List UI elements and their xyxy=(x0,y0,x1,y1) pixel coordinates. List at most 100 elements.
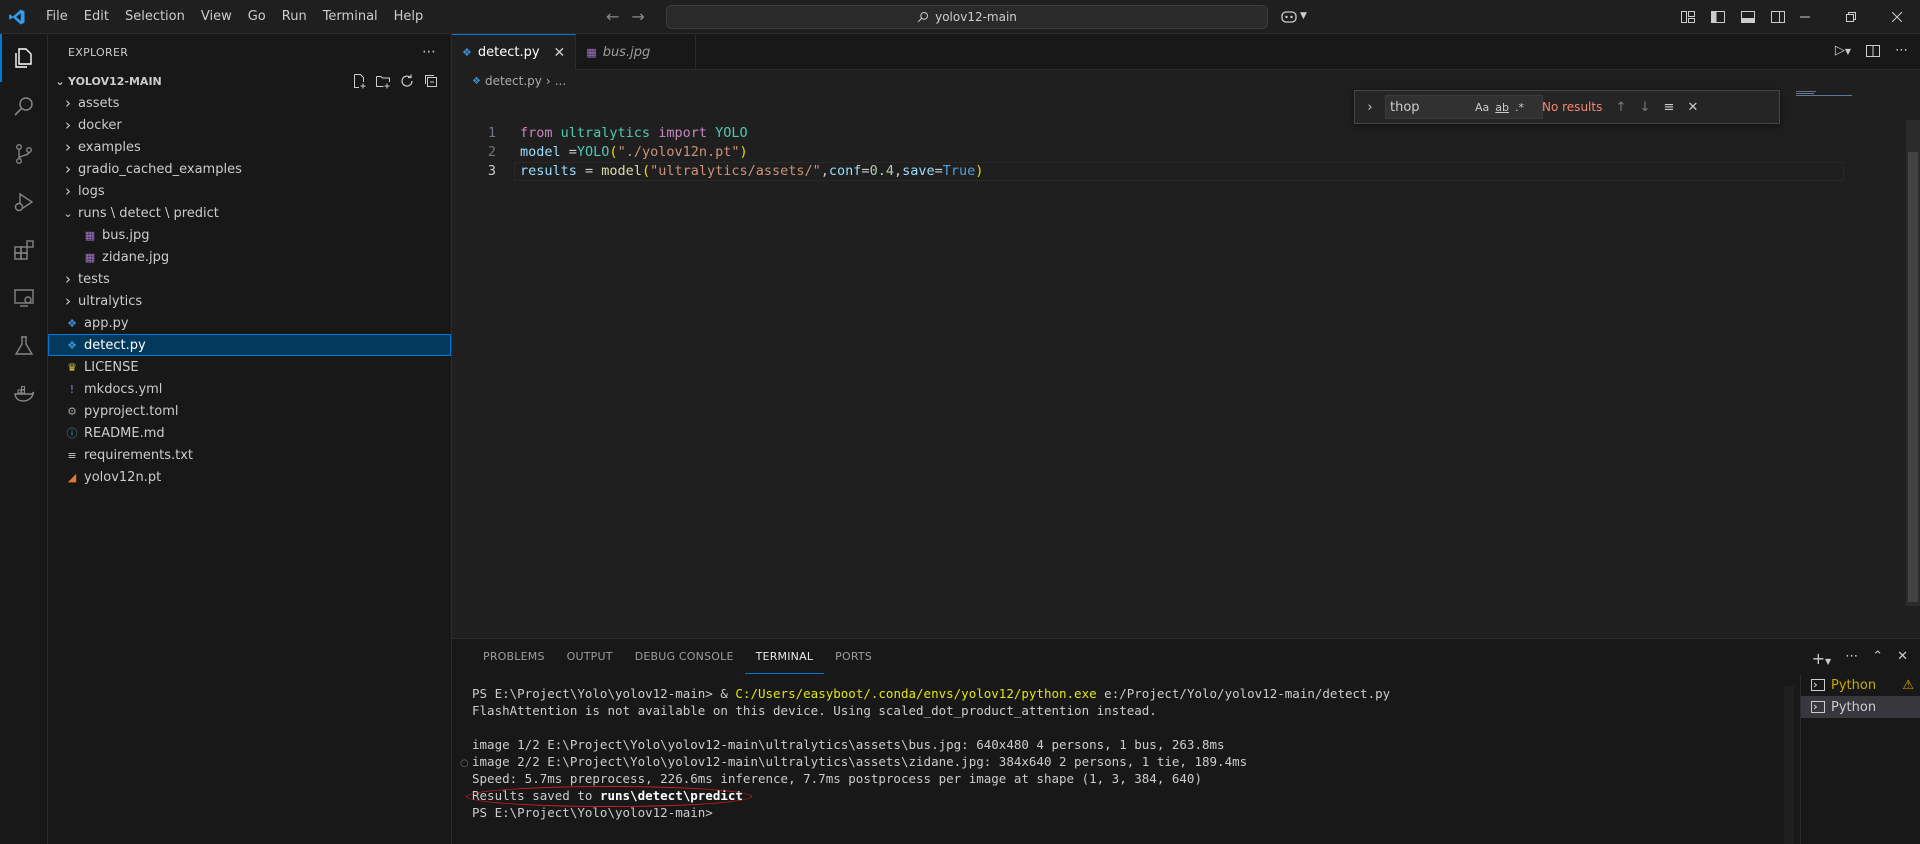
close-icon[interactable]: ✕ xyxy=(554,45,566,61)
tab-bus-jpg[interactable]: ▦ bus.jpg xyxy=(576,34,697,70)
menu-go[interactable]: Go xyxy=(240,0,274,34)
customize-layout-icon[interactable] xyxy=(1680,9,1696,25)
terminal-scrollbar[interactable] xyxy=(1784,686,1794,844)
bottom-panel: PROBLEMS OUTPUT DEBUG CONSOLE TERMINAL P… xyxy=(452,638,1920,844)
explorer-icon[interactable] xyxy=(0,34,48,82)
extensions-icon[interactable] xyxy=(0,226,48,274)
folder-item[interactable]: › examples xyxy=(48,136,451,158)
collapse-all-icon[interactable] xyxy=(423,73,439,89)
menu-view[interactable]: View xyxy=(193,0,240,34)
file-item[interactable]: ◢ yolov12n.pt xyxy=(48,466,451,488)
find-in-selection-icon[interactable]: ≡ xyxy=(1660,100,1678,115)
file-item[interactable]: ▦ bus.jpg xyxy=(48,224,451,246)
file-item[interactable]: ⓘ README.md xyxy=(48,422,451,444)
folder-item[interactable]: › tests xyxy=(48,268,451,290)
docker-whale-icon[interactable] xyxy=(0,370,48,418)
close-icon[interactable]: ✕ xyxy=(1897,649,1908,668)
code-editor[interactable]: 1 from ultralytics import YOLO 2 model =… xyxy=(452,124,1844,181)
remote-explorer-icon[interactable] xyxy=(0,274,48,322)
tab-detect-py[interactable]: ❖ detect.py ✕ xyxy=(452,34,577,70)
folder-item[interactable]: › ultralytics xyxy=(48,290,451,312)
folder-item[interactable]: › assets xyxy=(48,92,451,114)
terminal-text: e:/Project/Yolo/yolov12-main/detect.py xyxy=(1096,686,1391,701)
terminal-list-item[interactable]: Python ⚠ xyxy=(1801,674,1920,696)
command-center[interactable]: yolov12-main xyxy=(666,5,1268,29)
maximize-panel-icon[interactable]: ⌃ xyxy=(1872,649,1883,668)
menu-run[interactable]: Run xyxy=(274,0,315,34)
arrow-down-icon[interactable]: ↓ xyxy=(1636,100,1654,115)
code-token: "ultralytics/assets/" xyxy=(650,163,821,179)
file-item[interactable]: ! mkdocs.yml xyxy=(48,378,451,400)
folder-item[interactable]: › logs xyxy=(48,180,451,202)
menu-edit[interactable]: Edit xyxy=(76,0,117,34)
layout-controls xyxy=(1680,9,1786,25)
refresh-icon[interactable] xyxy=(399,73,415,89)
breadcrumb-rest[interactable]: ... xyxy=(555,74,566,88)
new-terminal-icon[interactable]: +▼ xyxy=(1812,649,1832,668)
run-python-icon[interactable]: ▷▼ xyxy=(1835,43,1851,59)
chevron-right-icon[interactable]: › xyxy=(1361,100,1379,115)
navigation-arrows: ← → xyxy=(606,7,645,26)
menu-help[interactable]: Help xyxy=(386,0,432,34)
folder-item[interactable]: › docker xyxy=(48,114,451,136)
code-token: save xyxy=(902,163,935,179)
tree-item-label: mkdocs.yml xyxy=(84,381,163,397)
arrow-right-icon[interactable]: → xyxy=(631,7,644,26)
tab-problems[interactable]: PROBLEMS xyxy=(472,639,556,674)
arrow-left-icon[interactable]: ← xyxy=(606,7,619,26)
tab-label: detect.py xyxy=(477,45,540,60)
search-view-icon[interactable] xyxy=(0,82,48,130)
tab-ports[interactable]: PORTS xyxy=(824,639,883,674)
chevron-right-icon: › xyxy=(65,116,71,134)
more-actions-icon[interactable]: ⋯ xyxy=(422,44,437,60)
new-folder-icon[interactable] xyxy=(375,73,391,89)
terminal-list-item[interactable]: Python xyxy=(1801,696,1920,718)
testing-flask-icon[interactable] xyxy=(0,322,48,370)
file-item[interactable]: ⚙ pyproject.toml xyxy=(48,400,451,422)
split-editor-icon[interactable] xyxy=(1865,43,1881,59)
arrow-up-icon[interactable]: ↑ xyxy=(1612,100,1630,115)
file-tree: › assets › docker › examples › gradio_cached_ex… xyxy=(48,92,451,488)
breadcrumb-file[interactable]: detect.py xyxy=(485,74,542,88)
folder-item[interactable]: › gradio_cached_examples xyxy=(48,158,451,180)
match-whole-word-toggle[interactable]: ab xyxy=(1495,101,1509,114)
minimize-icon[interactable] xyxy=(1782,0,1828,34)
run-debug-icon[interactable] xyxy=(0,178,48,226)
file-item[interactable]: ♛ LICENSE xyxy=(48,356,451,378)
vscode-logo-icon xyxy=(0,0,34,34)
terminal-output[interactable]: PS E:\Project\Yolo\yolov12-main> & C:/Us… xyxy=(472,685,1772,821)
chevron-right-icon: › xyxy=(65,182,71,200)
copilot-button[interactable]: ▼ xyxy=(1280,8,1307,24)
menu-file[interactable]: File xyxy=(38,0,76,34)
toggle-panel-icon[interactable] xyxy=(1740,9,1756,25)
tab-terminal[interactable]: TERMINAL xyxy=(744,639,825,674)
code-token: = xyxy=(576,163,602,179)
source-control-icon[interactable] xyxy=(0,130,48,178)
minimap[interactable] xyxy=(1796,91,1852,97)
chevron-right-icon: › xyxy=(65,160,71,178)
restore-icon[interactable] xyxy=(1828,0,1874,34)
find-options: Aa ab .* xyxy=(1475,101,1524,114)
close-icon[interactable]: ✕ xyxy=(1684,100,1702,115)
tab-output[interactable]: OUTPUT xyxy=(556,639,624,674)
match-case-toggle[interactable]: Aa xyxy=(1475,101,1489,114)
folder-item[interactable]: ⌄ runs \ detect \ predict xyxy=(48,202,451,224)
file-item[interactable]: ❖ app.py xyxy=(48,312,451,334)
more-actions-icon[interactable]: ⋯ xyxy=(1895,43,1908,59)
menu-selection[interactable]: Selection xyxy=(117,0,193,34)
use-regex-toggle[interactable]: .* xyxy=(1515,101,1524,114)
toggle-sidebar-icon[interactable] xyxy=(1710,9,1726,25)
workspace-section-header[interactable]: ⌄ YOLOV12-MAIN xyxy=(48,70,451,92)
close-window-icon[interactable] xyxy=(1874,0,1920,34)
new-file-icon[interactable] xyxy=(351,73,367,89)
more-actions-icon[interactable]: ⋯ xyxy=(1845,649,1858,668)
file-item[interactable]: ≡ requirements.txt xyxy=(48,444,451,466)
file-item[interactable]: ❖ detect.py xyxy=(48,334,451,356)
file-item[interactable]: ▦ zidane.jpg xyxy=(48,246,451,268)
editor-scrollbar-thumb[interactable] xyxy=(1908,152,1918,602)
tab-debug-console[interactable]: DEBUG CONSOLE xyxy=(624,639,745,674)
command-decoration-icon[interactable]: ○ xyxy=(460,758,469,769)
license-file-icon: ♛ xyxy=(67,360,77,374)
chevron-right-icon: › xyxy=(545,74,551,88)
menu-terminal[interactable]: Terminal xyxy=(315,0,386,34)
